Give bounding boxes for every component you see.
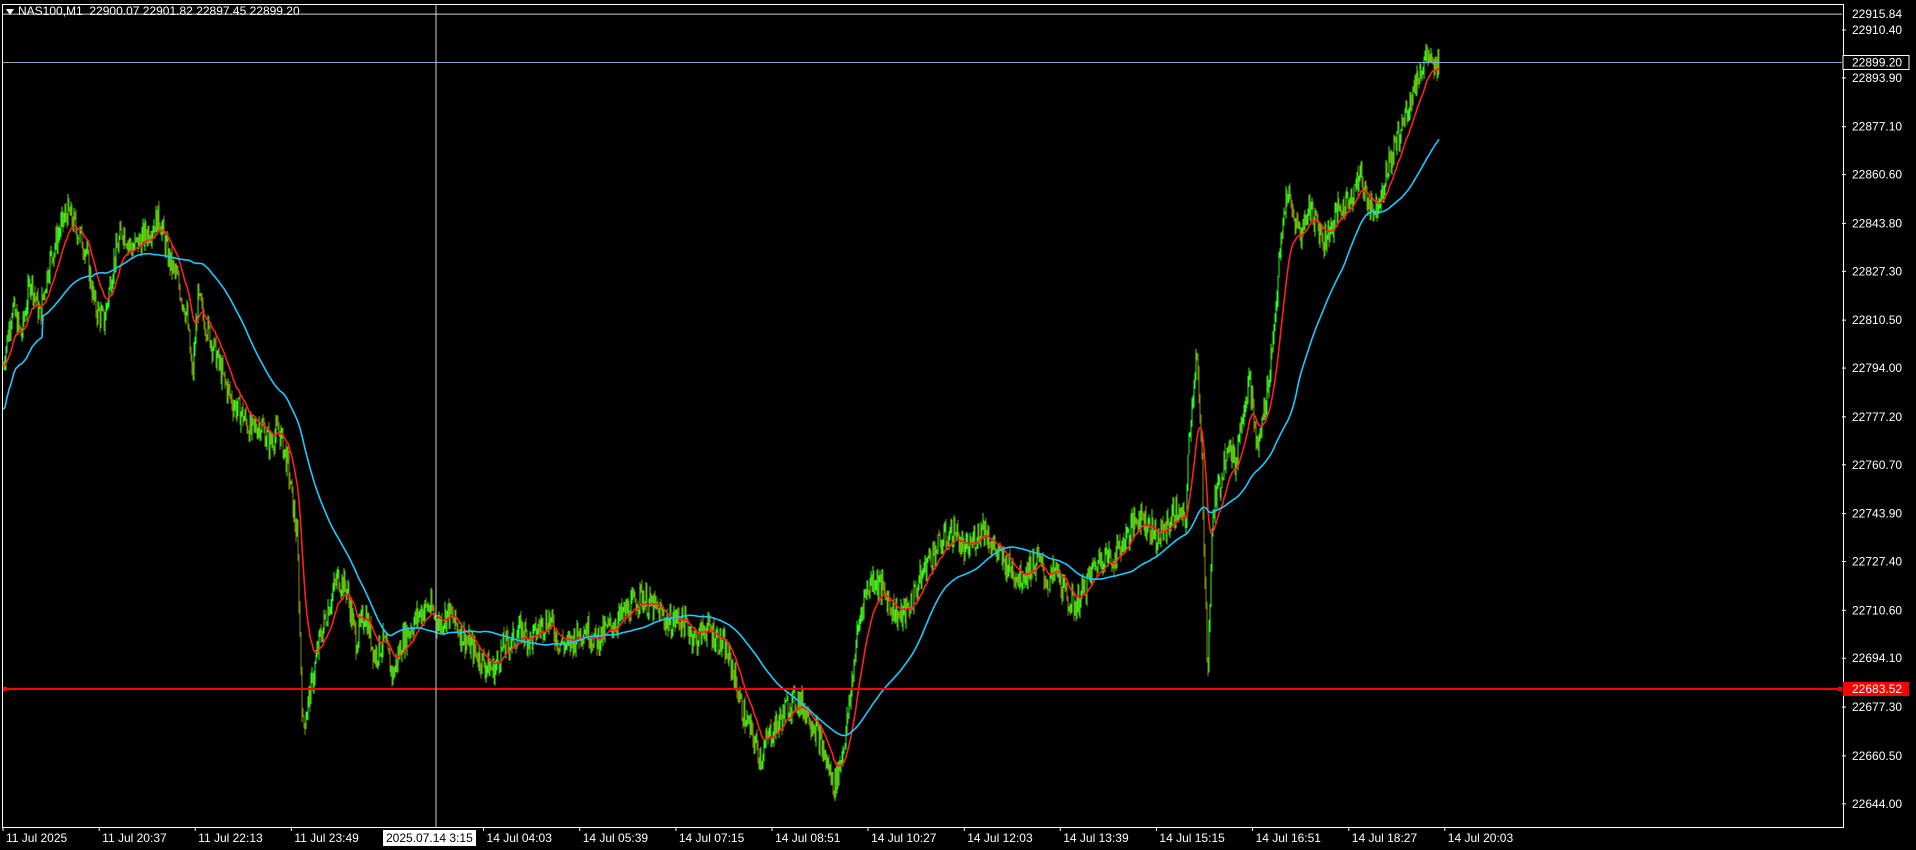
price-lines-layer bbox=[3, 5, 1842, 827]
time-tick-label: 14 Jul 04:03 bbox=[487, 831, 553, 845]
chart-window[interactable]: 22910.40 22893.90 22877.10 22860.60 22843.80… bbox=[0, 0, 1916, 850]
symbol-info-bar: NAS100,M1 22900.07 22901.82 22897.45 228… bbox=[6, 4, 300, 18]
moving-average-fast-line bbox=[3, 67, 1440, 767]
price-tick-label: 22760.70 bbox=[1852, 458, 1902, 472]
price-axis: 22910.40 22893.90 22877.10 22860.60 22843.80… bbox=[1842, 7, 1910, 811]
level-price-label: 22683.52 bbox=[1852, 682, 1902, 696]
time-tick-label: 14 Jul 05:39 bbox=[583, 831, 649, 845]
time-tick-label: 14 Jul 08:51 bbox=[775, 831, 841, 845]
time-tick-label: 14 Jul 18:27 bbox=[1352, 831, 1418, 845]
price-tick-label: 22694.10 bbox=[1852, 651, 1902, 665]
price-tick-label: 22660.50 bbox=[1852, 749, 1902, 763]
level-handle-right bbox=[1838, 686, 1842, 691]
price-tick-label: 22843.80 bbox=[1852, 216, 1902, 230]
ohlc-high: 22901.82 bbox=[142, 4, 193, 18]
price-tick-label: 22827.30 bbox=[1852, 264, 1902, 278]
level-handle-left bbox=[3, 686, 7, 691]
time-tick-label: 14 Jul 16:51 bbox=[1256, 831, 1322, 845]
time-tick-label: 11 Jul 2025 bbox=[6, 831, 67, 845]
top-price-label: 22915.84 bbox=[1852, 7, 1902, 21]
time-tick-label: 11 Jul 23:49 bbox=[294, 831, 359, 845]
time-tick-label: 14 Jul 12:03 bbox=[967, 831, 1033, 845]
ohlc-open: 22900.07 bbox=[89, 4, 140, 18]
price-tick-label: 22777.20 bbox=[1852, 410, 1902, 424]
moving-averages-layer bbox=[2, 67, 1440, 767]
time-tick-label: 14 Jul 13:39 bbox=[1063, 831, 1129, 845]
price-tick-label: 22794.00 bbox=[1852, 361, 1902, 375]
price-tick-label: 22910.40 bbox=[1852, 23, 1902, 37]
price-tick-label: 22743.90 bbox=[1852, 507, 1902, 521]
price-tick-label: 22860.60 bbox=[1852, 168, 1902, 182]
time-tick-label: 14 Jul 15:15 bbox=[1159, 831, 1225, 845]
crosshair-time-label: 2025.07.14 3:15 bbox=[383, 830, 476, 846]
ohlc-low: 22897.45 bbox=[196, 4, 247, 18]
chart-canvas[interactable]: 22910.40 22893.90 22877.10 22860.60 22843.80… bbox=[0, 0, 1916, 850]
collapse-triangle-icon[interactable] bbox=[6, 8, 14, 15]
price-tick-label: 22877.10 bbox=[1852, 120, 1902, 134]
time-tick-label: 14 Jul 20:03 bbox=[1448, 831, 1514, 845]
price-tick-label: 22644.00 bbox=[1852, 797, 1902, 811]
price-tick-label: 22727.40 bbox=[1852, 555, 1902, 569]
price-tick-label: 22810.50 bbox=[1852, 313, 1902, 327]
time-tick-label: 14 Jul 07:15 bbox=[679, 831, 745, 845]
current-price-label: 22899.20 bbox=[1852, 56, 1902, 70]
symbol-name: NAS100,M1 bbox=[18, 4, 83, 18]
price-tick-label: 22677.30 bbox=[1852, 700, 1902, 714]
time-tick-label: 11 Jul 22:13 bbox=[198, 831, 263, 845]
ohlc-close: 22899.20 bbox=[249, 4, 300, 18]
candles-layer bbox=[2, 43, 1440, 801]
time-tick-label: 11 Jul 20:37 bbox=[102, 831, 167, 845]
time-tick-label: 14 Jul 10:27 bbox=[871, 831, 937, 845]
price-tick-label: 22710.60 bbox=[1852, 603, 1902, 617]
time-axis: 11 Jul 2025 11 Jul 20:37 11 Jul 22:13 11 Ju… bbox=[2, 827, 1514, 845]
price-tick-label: 22893.90 bbox=[1852, 71, 1902, 85]
